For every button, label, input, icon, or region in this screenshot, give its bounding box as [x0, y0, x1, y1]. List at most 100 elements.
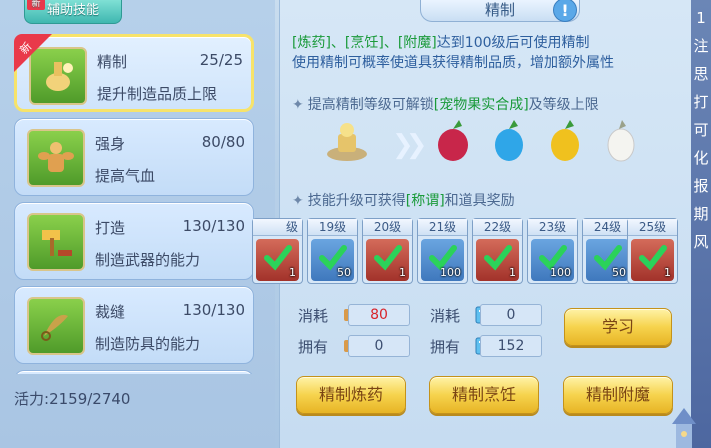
- reward-item-icon: 1: [256, 239, 299, 281]
- reward-suffix: 和道具奖励: [444, 193, 515, 209]
- edge-text: 1: [696, 9, 706, 27]
- skill-item-tailoring[interactable]: 裁缝 130/130 制造防具的能力: [14, 286, 254, 364]
- right-own-value: 152: [480, 335, 542, 357]
- skill-level: 130/130: [182, 217, 245, 235]
- skill-item-refine[interactable]: 新 精制 25/25 提升制造品质上限: [14, 34, 254, 112]
- skill-level: 80/80: [201, 133, 245, 151]
- reward-item-icon: 50: [311, 239, 354, 281]
- edge-text: 打: [693, 93, 709, 111]
- reward-count: 100: [550, 266, 571, 279]
- skill-name: 裁缝: [95, 303, 126, 321]
- edge-text: 报: [693, 177, 709, 195]
- skill-name: 强身: [95, 135, 126, 153]
- refine-alchemy-button[interactable]: 精制炼药: [296, 376, 406, 414]
- reward-count: 1: [289, 266, 296, 279]
- edge-text: 可: [693, 121, 709, 139]
- level-reward-cell[interactable]: 20级 1: [362, 218, 413, 284]
- refine-cooking-button[interactable]: 精制烹饪: [429, 376, 539, 414]
- own-label: 拥有: [430, 338, 461, 356]
- check-icon: [484, 245, 512, 271]
- level-label: 23级: [528, 219, 577, 236]
- tab-label: 辅助技能: [46, 3, 99, 18]
- blue-fruit-icon[interactable]: [488, 118, 530, 164]
- skill-desc: 提升制造品质上限: [97, 85, 218, 103]
- level-rewards-strip[interactable]: 级 1 19级 50 20级 1 21级 100 22级 1 23级 100 2…: [252, 218, 678, 284]
- tab-auxiliary-skills[interactable]: 新 辅助技能: [24, 0, 122, 24]
- check-icon: [374, 245, 402, 271]
- reward-count: 50: [612, 266, 626, 279]
- unlock-prefix: 提高精制等级可解锁: [307, 97, 434, 113]
- skill-level: 130/130: [182, 301, 245, 319]
- left-own-value: 0: [348, 335, 410, 357]
- level-label: 25级: [628, 219, 677, 236]
- edge-text: 思: [693, 65, 709, 83]
- arrow-icon: ❯❯: [392, 130, 427, 160]
- check-icon: [264, 245, 292, 271]
- skill-item-forging[interactable]: 打造 130/130 制造武器的能力: [14, 202, 254, 280]
- edge-text: 化: [693, 149, 709, 167]
- vigor-readout: 活力:2159/2740: [14, 388, 130, 409]
- skill-desc: 制造防具的能力: [95, 335, 201, 353]
- reward-heading: ✦ 技能升级可获得[称谓]和道具奖励: [292, 190, 515, 210]
- yellow-fruit-icon[interactable]: [544, 118, 586, 164]
- edge-text: 期: [693, 205, 709, 223]
- synthesis-altar-icon[interactable]: [324, 118, 367, 164]
- skill-name: 打造: [95, 219, 126, 237]
- edge-side-panel: 1 注 思 打 可 化 报 期 风: [691, 0, 711, 448]
- new-ribbon: [14, 34, 52, 72]
- consume-label: 消耗: [430, 307, 461, 325]
- level-label: 20级: [363, 219, 412, 236]
- reward-highlight: [称谓]: [405, 193, 445, 209]
- reward-prefix: 技能升级可获得: [307, 193, 406, 209]
- sparkle-icon: ✦: [292, 97, 304, 113]
- level-reward-cell[interactable]: 22级 1: [472, 218, 523, 284]
- level-label: 22级: [473, 219, 522, 236]
- level-reward-cell[interactable]: 19级 50: [307, 218, 358, 284]
- reward-item-icon: 50: [586, 239, 629, 281]
- skill-item-partial[interactable]: [14, 370, 254, 374]
- red-fruit-icon[interactable]: [432, 118, 474, 164]
- new-badge: 新: [27, 0, 45, 10]
- reward-count: 1: [509, 266, 516, 279]
- refine-enchant-button[interactable]: 精制附魔: [563, 376, 673, 414]
- info-text: 达到100级后可使用精制: [436, 35, 590, 51]
- skill-desc: 制造武器的能力: [95, 251, 201, 269]
- consume-label: 消耗: [298, 307, 329, 325]
- info-highlight: [炼药]、[烹饪]、[附魔]: [292, 35, 437, 51]
- reward-item-icon: 1: [366, 239, 409, 281]
- edge-text: 注: [693, 37, 709, 55]
- reward-item-icon: 100: [421, 239, 464, 281]
- skill-desc: 提高气血: [95, 167, 156, 185]
- level-reward-cell[interactable]: 21级 100: [417, 218, 468, 284]
- level-label: 级: [253, 219, 302, 236]
- level-reward-cell[interactable]: 23级 100: [527, 218, 578, 284]
- skill-list[interactable]: 新 精制 25/25 提升制造品质上限 强身 80/80 提高气血 打造 130…: [14, 30, 258, 374]
- corner-tower-decoration: [672, 408, 696, 448]
- reward-item-icon: 1: [631, 239, 674, 281]
- sparkle-icon: ✦: [292, 193, 304, 209]
- level-label: 24级: [583, 219, 632, 236]
- skill-item-fitness[interactable]: 强身 80/80 提高气血: [14, 118, 254, 196]
- left-consume-value: 80: [348, 304, 410, 326]
- reward-count: 1: [664, 266, 671, 279]
- info-line-1: [炼药]、[烹饪]、[附魔]达到100级后可使用精制: [292, 32, 590, 52]
- vigor-label: 活力:: [14, 390, 50, 408]
- level-reward-cell[interactable]: 24级 50: [582, 218, 633, 284]
- edge-text: 风: [693, 233, 709, 251]
- skill-name: 精制: [97, 53, 128, 71]
- level-label: 19级: [308, 219, 357, 236]
- own-label: 拥有: [298, 338, 329, 356]
- right-consume-value: 0: [480, 304, 542, 326]
- reward-item-icon: 100: [531, 239, 574, 281]
- unlock-highlight: [宠物果实合成]: [433, 97, 529, 113]
- reward-count: 100: [440, 266, 461, 279]
- level-reward-cell[interactable]: 级 1: [252, 218, 303, 284]
- learn-button[interactable]: 学习: [564, 308, 672, 346]
- skill-level: 25/25: [199, 51, 243, 69]
- level-reward-cell[interactable]: 25级 1: [627, 218, 678, 284]
- scissors-skill-icon: [27, 297, 85, 355]
- level-label: 21级: [418, 219, 467, 236]
- reward-count: 50: [337, 266, 351, 279]
- info-line-2: 使用精制可概率使道具获得精制品质，增加额外属性: [292, 55, 614, 71]
- white-egg-icon[interactable]: [600, 118, 642, 164]
